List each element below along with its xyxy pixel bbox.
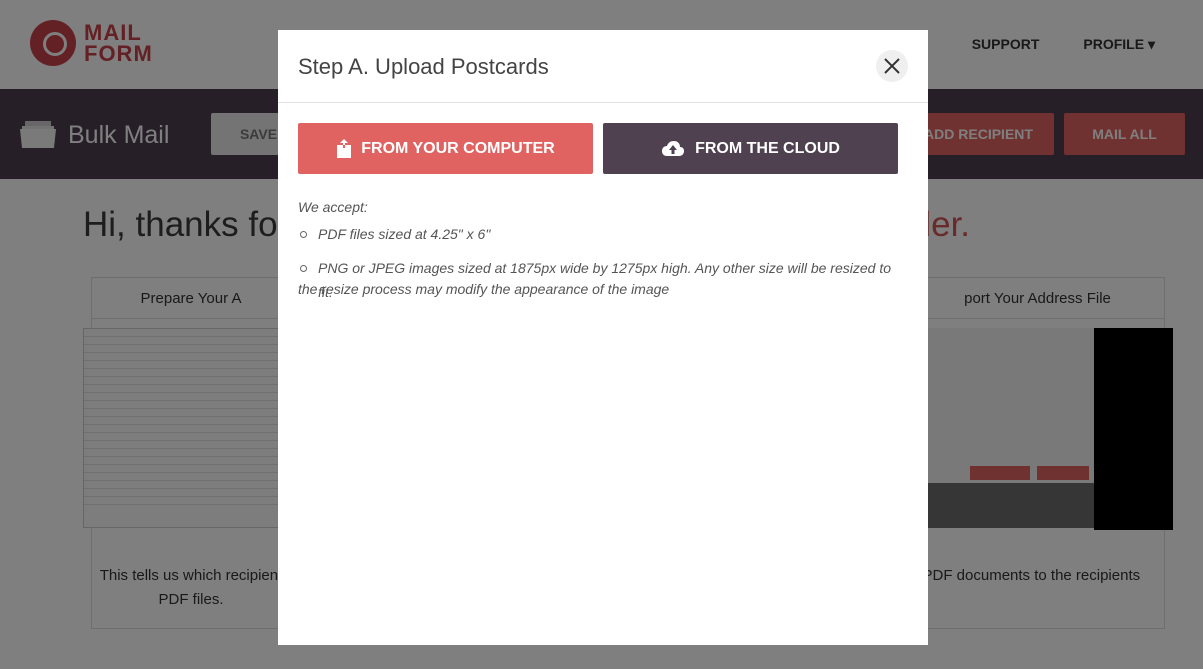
upload-box-icon <box>337 138 352 158</box>
accepted-format-item: PDF files sized at 4.25" x 6" <box>298 222 908 246</box>
from-computer-button[interactable]: FROM YOUR COMPUTER <box>298 123 593 174</box>
from-computer-label: FROM YOUR COMPUTER <box>361 139 555 157</box>
from-cloud-button[interactable]: FROM THE CLOUD <box>603 123 898 174</box>
modal-title: Step A. Upload Postcards <box>298 54 549 79</box>
upload-postcards-modal: Step A. Upload Postcards FROM YOUR COMPU… <box>278 30 928 645</box>
from-cloud-label: FROM THE CLOUD <box>695 139 840 157</box>
accepted-format-note: the resize process may modify the appear… <box>298 281 670 297</box>
close-button[interactable] <box>876 50 908 82</box>
cloud-upload-icon <box>662 140 685 156</box>
close-icon <box>884 58 900 74</box>
accept-label: We accept: <box>298 199 368 215</box>
modal-divider <box>278 102 928 103</box>
